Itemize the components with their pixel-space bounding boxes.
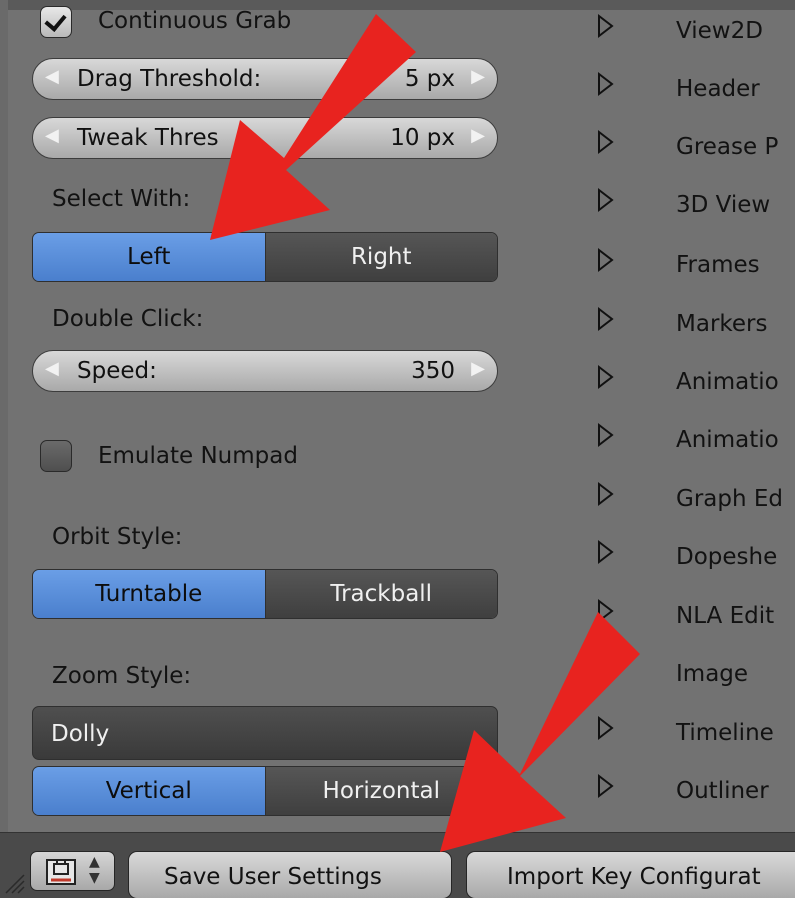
- triangle-right-icon[interactable]: [596, 70, 616, 98]
- list-item[interactable]: Animatio: [596, 363, 795, 403]
- continuous-grab-label: Continuous Grab: [98, 8, 292, 34]
- drag-threshold-label: Drag Threshold:: [77, 66, 262, 92]
- list-item-label: Grease P: [676, 134, 779, 160]
- import-key-configuration-label: Import Key Configurat: [507, 864, 761, 890]
- list-item-label: Animatio: [676, 427, 779, 453]
- tweak-threshold-value: 10 px: [390, 125, 455, 151]
- drag-threshold-value: 5 px: [404, 66, 455, 92]
- user-preferences-icon: [46, 859, 76, 885]
- preferences-panel: Continuous Grab ◀ Drag Threshold: 5 px ▶…: [0, 0, 795, 898]
- list-item[interactable]: Markers: [596, 305, 795, 345]
- list-item-label: Image: [676, 661, 749, 687]
- orbit-style-toggle: Turntable Trackball: [32, 569, 498, 619]
- list-item[interactable]: 3D View: [596, 186, 795, 226]
- list-item-label: View2D: [676, 18, 763, 44]
- double-click-speed-field[interactable]: ◀ Speed: 350 ▶: [32, 350, 498, 392]
- zoom-style-dropdown[interactable]: Dolly: [32, 706, 498, 760]
- save-user-settings-label: Save User Settings: [164, 864, 382, 890]
- list-item-label: Animatio: [676, 369, 779, 395]
- tweak-threshold-field[interactable]: ◀ Tweak Thres 10 px ▶: [32, 117, 498, 159]
- list-item-label: Graph Ed: [676, 486, 783, 512]
- increment-arrow-icon[interactable]: ▶: [471, 358, 485, 379]
- list-item-label: Markers: [676, 311, 768, 337]
- import-key-configuration-button[interactable]: Import Key Configurat: [466, 851, 795, 898]
- zoom-style-value: Dolly: [51, 721, 110, 747]
- increment-arrow-icon[interactable]: ▶: [471, 66, 485, 87]
- list-item-label: 3D View: [676, 192, 771, 218]
- triangle-right-icon[interactable]: [596, 655, 616, 683]
- triangle-right-icon[interactable]: [596, 597, 616, 625]
- orbit-style-label: Orbit Style:: [52, 524, 183, 550]
- list-item[interactable]: NLA Edit: [596, 597, 795, 637]
- list-item[interactable]: Image: [596, 655, 795, 695]
- select-with-toggle: Left Right: [32, 232, 498, 282]
- triangle-right-icon[interactable]: [596, 714, 616, 742]
- zoom-axis-toggle: Vertical Horizontal: [32, 766, 498, 816]
- decrement-arrow-icon[interactable]: ◀: [45, 358, 59, 379]
- triangle-right-icon[interactable]: [596, 538, 616, 566]
- select-with-label: Select With:: [52, 186, 191, 212]
- zoom-horizontal-button[interactable]: Horizontal: [264, 767, 497, 815]
- list-item[interactable]: Timeline: [596, 714, 795, 754]
- triangle-right-icon[interactable]: [596, 12, 616, 40]
- speed-value: 350: [411, 358, 455, 384]
- orbit-trackball-button[interactable]: Trackball: [264, 570, 497, 618]
- tweak-threshold-label: Tweak Thres: [77, 125, 219, 151]
- zoom-vertical-button[interactable]: Vertical: [33, 767, 265, 815]
- orbit-turntable-button[interactable]: Turntable: [33, 570, 265, 618]
- list-item-label: NLA Edit: [676, 603, 775, 629]
- decrement-arrow-icon[interactable]: ◀: [45, 125, 59, 146]
- list-item-label: Dopeshe: [676, 544, 778, 570]
- list-item-label: Frames: [676, 252, 760, 278]
- bottom-toolbar: ▲ ▼ Save User Settings Import Key Configu…: [0, 832, 795, 898]
- triangle-right-icon[interactable]: [596, 363, 616, 391]
- list-item-label: Outliner: [676, 778, 769, 804]
- zoom-style-label: Zoom Style:: [52, 663, 192, 689]
- double-click-label: Double Click:: [52, 306, 204, 332]
- triangle-right-icon[interactable]: [596, 128, 616, 156]
- list-item[interactable]: Header: [596, 70, 795, 110]
- continuous-grab-checkbox[interactable]: [40, 6, 72, 38]
- list-item[interactable]: Dopeshe: [596, 538, 795, 578]
- decrement-arrow-icon[interactable]: ◀: [45, 66, 59, 87]
- updown-arrows-icon: ▲ ▼: [89, 854, 100, 886]
- triangle-right-icon[interactable]: [596, 772, 616, 800]
- triangle-right-icon[interactable]: [596, 186, 616, 214]
- save-user-settings-button[interactable]: Save User Settings: [128, 851, 452, 898]
- list-item[interactable]: Graph Ed: [596, 480, 795, 520]
- emulate-numpad-label: Emulate Numpad: [98, 443, 298, 469]
- list-item[interactable]: Outliner: [596, 772, 795, 812]
- triangle-right-icon[interactable]: [596, 246, 616, 274]
- list-item[interactable]: Animatio: [596, 421, 795, 461]
- triangle-right-icon[interactable]: [596, 421, 616, 449]
- resize-grip-icon[interactable]: [4, 873, 26, 895]
- drag-threshold-field[interactable]: ◀ Drag Threshold: 5 px ▶: [32, 58, 498, 100]
- increment-arrow-icon[interactable]: ▶: [471, 125, 485, 146]
- list-item[interactable]: Grease P: [596, 128, 795, 168]
- emulate-numpad-checkbox[interactable]: [40, 440, 72, 472]
- list-item[interactable]: Frames: [596, 246, 795, 286]
- editor-type-button[interactable]: ▲ ▼: [30, 851, 115, 891]
- select-right-button[interactable]: Right: [264, 233, 497, 281]
- list-item-label: Header: [676, 76, 760, 102]
- triangle-right-icon[interactable]: [596, 480, 616, 508]
- select-left-button[interactable]: Left: [33, 233, 265, 281]
- left-border: [0, 0, 8, 898]
- list-item[interactable]: View2D: [596, 12, 795, 52]
- speed-label: Speed:: [77, 358, 157, 384]
- triangle-right-icon[interactable]: [596, 305, 616, 333]
- list-item-label: Timeline: [676, 720, 774, 746]
